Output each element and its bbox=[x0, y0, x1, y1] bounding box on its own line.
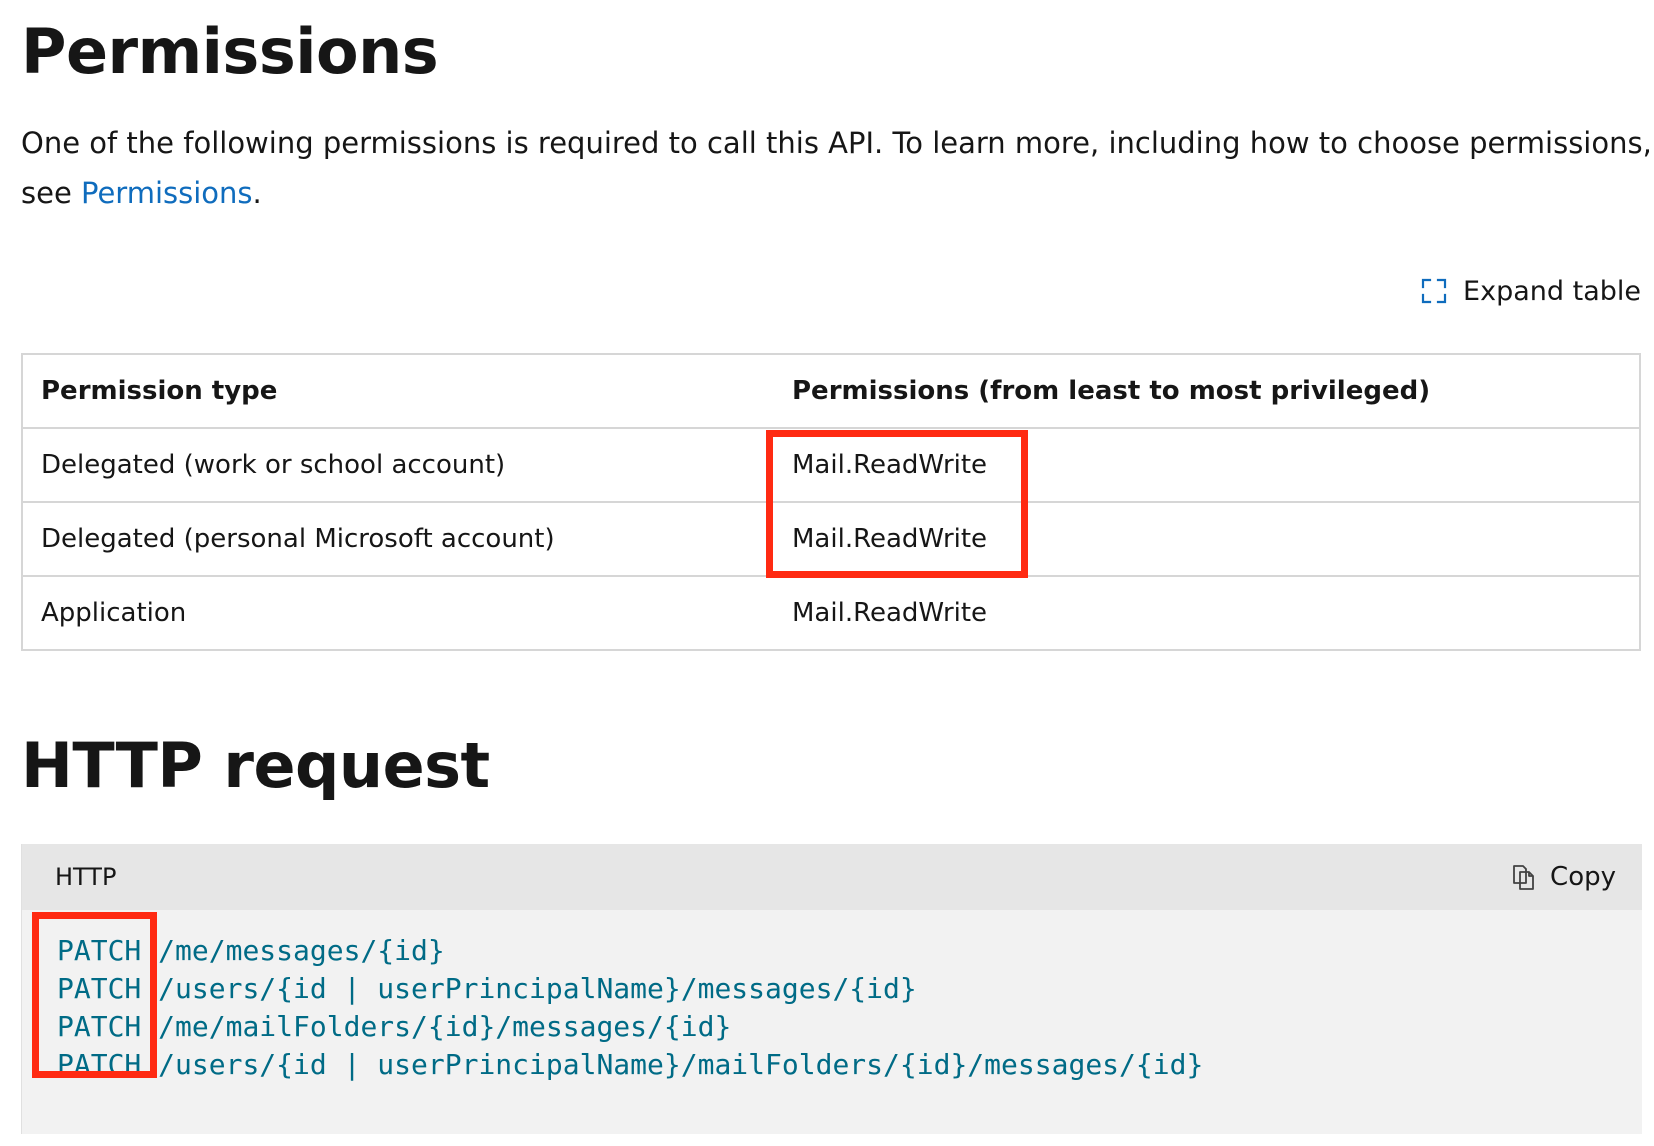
table-row: Application Mail.ReadWrite bbox=[22, 576, 1640, 651]
permissions-link[interactable]: Permissions bbox=[81, 176, 253, 210]
permissions-cell: Mail.ReadWrite bbox=[774, 428, 1640, 503]
permissions-table: Permission type Permissions (from least … bbox=[21, 353, 1641, 651]
copy-label: Copy bbox=[1550, 862, 1616, 892]
code-line: PATCH /users/{id | userPrincipalName}/ma… bbox=[57, 1046, 1642, 1084]
table-header-row: Permission type Permissions (from least … bbox=[22, 354, 1640, 429]
permissions-heading: Permissions bbox=[21, 15, 439, 88]
expand-table-button[interactable]: Expand table bbox=[1421, 272, 1641, 310]
header-permission-type: Permission type bbox=[22, 354, 774, 429]
code-line: PATCH /me/messages/{id} bbox=[57, 932, 1642, 970]
code-line: PATCH /users/{id | userPrincipalName}/me… bbox=[57, 970, 1642, 1008]
http-verb: PATCH bbox=[57, 972, 142, 1005]
code-header: HTTP Copy bbox=[22, 844, 1642, 910]
http-path: /users/{id | userPrincipalName}/messages… bbox=[141, 972, 917, 1005]
permission-type-cell: Delegated (work or school account) bbox=[22, 428, 774, 503]
http-path: /me/mailFolders/{id}/messages/{id} bbox=[141, 1010, 732, 1043]
http-path: /users/{id | userPrincipalName}/mailFold… bbox=[141, 1048, 1204, 1081]
permissions-intro: One of the following permissions is requ… bbox=[21, 118, 1652, 218]
permission-type-cell: Application bbox=[22, 576, 774, 651]
intro-line-1: One of the following permissions is requ… bbox=[21, 126, 1652, 160]
copy-icon bbox=[1513, 865, 1534, 890]
expand-icon bbox=[1421, 278, 1447, 304]
table-row: Delegated (work or school account) Mail.… bbox=[22, 428, 1640, 503]
permissions-cell: Mail.ReadWrite bbox=[774, 576, 1640, 651]
permission-type-cell: Delegated (personal Microsoft account) bbox=[22, 502, 774, 577]
code-language-label: HTTP bbox=[55, 863, 117, 891]
header-permissions: Permissions (from least to most privileg… bbox=[774, 354, 1640, 429]
http-request-heading: HTTP request bbox=[21, 729, 490, 802]
copy-button[interactable]: Copy bbox=[1510, 862, 1616, 892]
http-path: /me/messages/{id} bbox=[141, 934, 445, 967]
intro-line-2: see Permissions. bbox=[21, 168, 1641, 218]
http-verb: PATCH bbox=[57, 1048, 142, 1081]
http-verb: PATCH bbox=[57, 934, 142, 967]
intro-period: . bbox=[252, 176, 262, 210]
intro-see-text: see bbox=[21, 176, 82, 210]
code-block: HTTP Copy PATCH /me/messages/{id} PATCH /… bbox=[21, 844, 1642, 1134]
expand-table-label: Expand table bbox=[1463, 275, 1641, 307]
http-verb: PATCH bbox=[57, 1010, 142, 1043]
table-row: Delegated (personal Microsoft account) M… bbox=[22, 502, 1640, 577]
permissions-cell: Mail.ReadWrite bbox=[774, 502, 1640, 577]
code-content: PATCH /me/messages/{id} PATCH /users/{id … bbox=[22, 910, 1642, 1084]
code-line: PATCH /me/mailFolders/{id}/messages/{id} bbox=[57, 1008, 1642, 1046]
